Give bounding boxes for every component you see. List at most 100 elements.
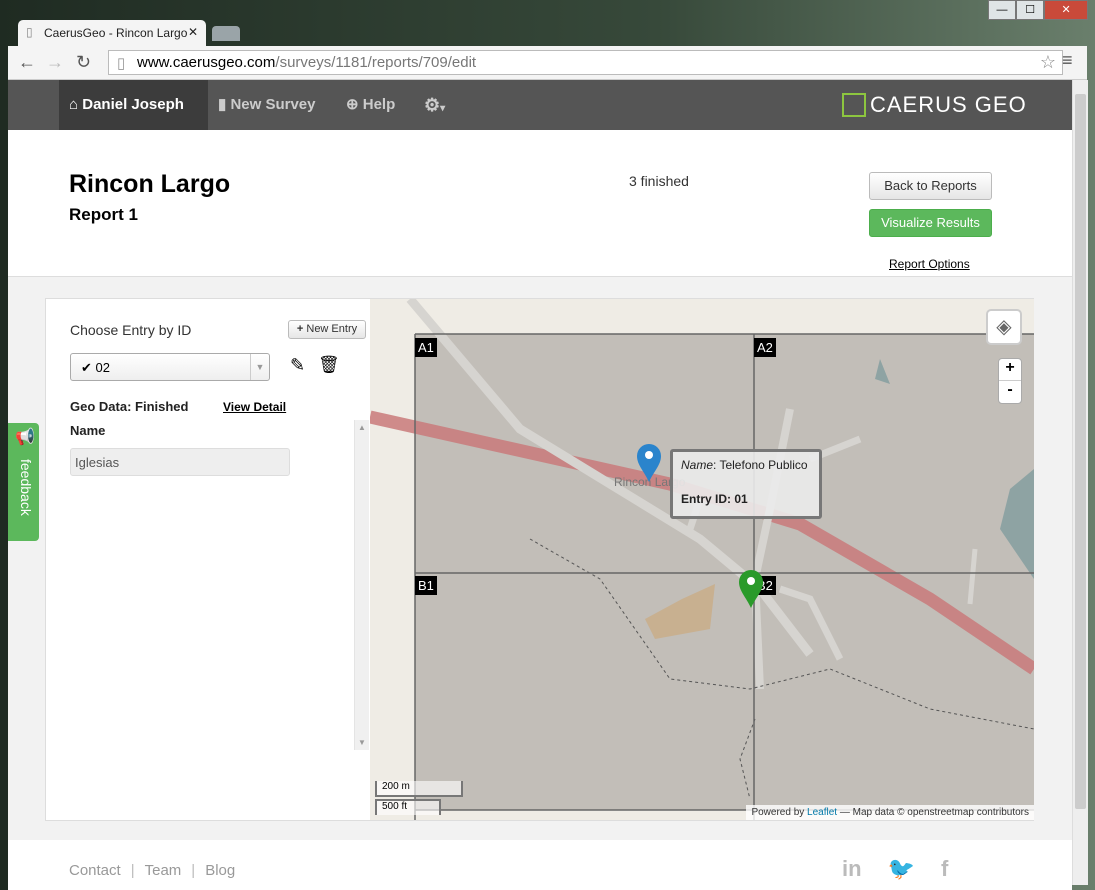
feedback-tab[interactable]: 📢 feedback — [8, 423, 39, 541]
status-text: 3 finished — [629, 173, 689, 189]
grid-label-a2: A2 — [754, 338, 776, 357]
road — [967, 548, 978, 605]
settings-dropdown[interactable]: ⚙▾ — [424, 80, 445, 130]
trash-icon[interactable]: 🗑 — [318, 355, 340, 375]
name-field[interactable]: Iglesias — [70, 448, 290, 476]
leaflet-link[interactable]: Leaflet — [807, 807, 837, 818]
grid-lines — [414, 333, 1034, 820]
sidebar-scrollbar[interactable]: ▲ ▼ — [354, 420, 369, 750]
nav-new-survey[interactable]: ▮ New Survey — [218, 80, 315, 130]
browser-tab[interactable]: ▯ CaerusGeo - Rincon Largo ✕ — [18, 20, 206, 46]
footer-link-blog[interactable]: Blog — [205, 862, 235, 879]
popup-entry-id: Entry ID: 01 — [681, 492, 748, 506]
footer-link-team[interactable]: Team — [145, 862, 182, 879]
minimize-button[interactable]: — — [988, 0, 1017, 20]
path — [739, 718, 756, 800]
attribution-prefix: Powered by — [751, 807, 808, 818]
nav-help[interactable]: ⊕ Help — [346, 80, 395, 130]
report-header: Rincon Largo Report 1 3 finished Back to… — [8, 130, 1072, 277]
chevron-down-icon: ▼ — [250, 354, 269, 380]
twitter-icon[interactable]: 🐦 — [888, 856, 915, 882]
visualize-results-button[interactable]: Visualize Results — [869, 209, 992, 237]
megaphone-icon: 📢 — [15, 429, 35, 446]
page-subtitle: Report 1 — [69, 205, 138, 224]
address-bar[interactable]: ▯ www.caerusgeo.com/surveys/1181/reports/… — [108, 50, 1063, 75]
layers-button[interactable]: ◈ — [986, 309, 1022, 345]
menu-icon[interactable]: ≡ — [1062, 50, 1073, 71]
popup-name-key: Name — [681, 458, 714, 472]
page-icon: ▯ — [117, 55, 126, 72]
entry-panel: Choose Entry by ID + New Entry ✔ 02 ▼ ✎ 🗑… — [45, 298, 1034, 821]
plus-circle-icon: ⊕ — [346, 96, 359, 113]
back-to-reports-button[interactable]: Back to Reports — [869, 172, 992, 200]
scale-metric: 200 m — [375, 781, 463, 797]
footer-link-contact[interactable]: Contact — [69, 862, 121, 879]
water — [1000, 469, 1034, 579]
nav-user-label: Daniel Joseph — [82, 96, 184, 113]
url-path: /surveys/1181/reports/709/edit — [275, 54, 477, 71]
window-controls: — ☐ ✕ — [988, 0, 1088, 20]
new-entry-label: New Entry — [306, 323, 358, 335]
home-icon: ⌂ — [69, 96, 79, 113]
map-popup: Name: Telefono Publico Entry ID: 01 — [670, 449, 822, 519]
new-tab-button[interactable] — [212, 26, 240, 41]
footer: Contact | Team | Blog in 🐦 f — [8, 840, 1072, 890]
attribution-suffix: — Map data © openstreetmap contributors — [837, 807, 1029, 818]
gear-icon: ⚙ — [424, 95, 441, 115]
check-icon: ✔ — [81, 360, 92, 375]
zoom-out-button[interactable]: - — [999, 381, 1021, 399]
view-detail-link[interactable]: View Detail — [223, 400, 286, 414]
scale-imperial: 500 ft — [375, 799, 441, 815]
browser-toolbar: ← → ↻ ▯ www.caerusgeo.com/surveys/1181/re… — [8, 46, 1087, 80]
map[interactable]: A1 A2 B1 B2 Rincon Largo Name: Telefono … — [370, 299, 1034, 820]
report-options-link[interactable]: Report Options — [889, 257, 970, 271]
logo-icon — [842, 93, 866, 117]
caret-down-icon: ▾ — [440, 103, 446, 114]
close-tab-icon[interactable]: ✕ — [188, 25, 198, 39]
close-window-button[interactable]: ✕ — [1044, 0, 1088, 20]
page-icon: ▯ — [26, 25, 33, 39]
layers-icon: ◈ — [996, 316, 1012, 338]
entry-select[interactable]: ✔ 02 ▼ — [70, 353, 270, 381]
map-tiles — [370, 299, 1034, 820]
star-icon[interactable]: ☆ — [1040, 52, 1056, 73]
geo-data-status: Geo Data: Finished — [70, 399, 189, 414]
zoom-control: + - — [998, 358, 1022, 404]
plus-icon: + — [296, 323, 304, 335]
tab-title: CaerusGeo - Rincon Largo — [44, 26, 188, 40]
brand-name: CAERUS GEO — [870, 92, 1027, 117]
name-field-label: Name — [70, 423, 106, 438]
nav-new-survey-label: New Survey — [230, 96, 316, 113]
nav-user[interactable]: ⌂ Daniel Joseph — [59, 80, 208, 130]
grid-label-b1: B1 — [415, 576, 437, 595]
navbar: ⌂ Daniel Joseph ▮ New Survey ⊕ Help ⚙▾ C… — [8, 80, 1072, 130]
scrollbar-thumb[interactable] — [1075, 94, 1086, 809]
reload-icon[interactable]: ↻ — [76, 52, 91, 73]
url-host: www.caerusgeo.com — [137, 54, 276, 71]
linkedin-icon[interactable]: in — [842, 856, 862, 882]
new-entry-button[interactable]: + New Entry — [288, 320, 366, 339]
map-marker-entry-02[interactable] — [738, 569, 764, 609]
nav-help-label: Help — [362, 96, 396, 113]
map-attribution: Powered by Leaflet — Map data © openstre… — [746, 805, 1034, 820]
map-marker-entry-01[interactable] — [636, 443, 662, 483]
grid-label-a1: A1 — [415, 338, 437, 357]
maximize-button[interactable]: ☐ — [1016, 0, 1045, 20]
facebook-icon[interactable]: f — [941, 856, 948, 882]
page-title: Rincon Largo — [69, 170, 231, 198]
popup-name-value: : Telefono Publico — [713, 458, 808, 472]
pond — [875, 359, 890, 384]
path — [529, 538, 1034, 730]
zoom-in-button[interactable]: + — [999, 359, 1021, 381]
entry-select-value: 02 — [95, 360, 110, 375]
choose-entry-label: Choose Entry by ID — [70, 322, 192, 338]
page-scrollbar[interactable] — [1072, 80, 1088, 885]
feedback-label: feedback — [18, 459, 34, 516]
brand-logo[interactable]: CAERUS GEO — [842, 92, 1027, 118]
forward-icon[interactable]: → — [46, 52, 64, 73]
back-icon[interactable]: ← — [18, 52, 36, 73]
page: Rincon Largo Report 1 3 finished Back to… — [8, 130, 1072, 890]
file-icon: ▮ — [218, 96, 227, 113]
edit-icon[interactable]: ✎ — [290, 355, 305, 376]
landuse-area — [645, 584, 715, 639]
